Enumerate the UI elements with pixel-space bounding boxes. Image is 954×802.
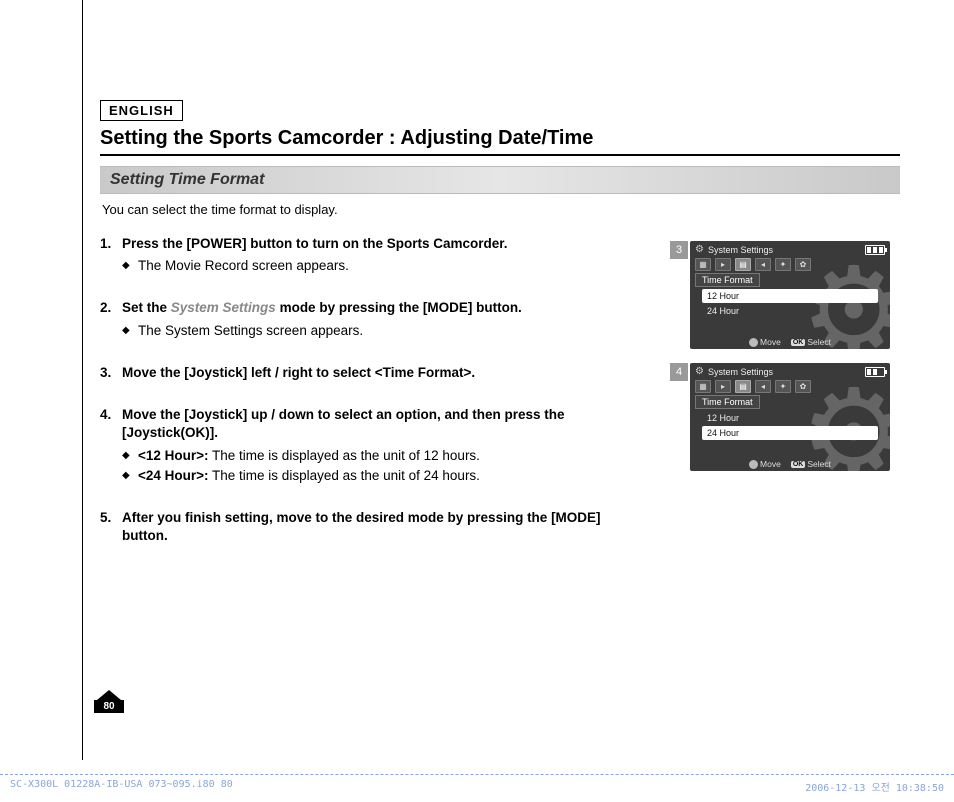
step-2-bullet-1: The System Settings screen appears. — [122, 322, 650, 340]
footer-right: 2006-12-13 오전 10:38:50 — [805, 779, 944, 794]
screen-3-label: Time Format — [695, 273, 760, 287]
ok-icon: OK — [791, 339, 806, 346]
screen-3-opt-12: 12 Hour — [702, 289, 878, 303]
screen-4-opt-24: 24 Hour — [702, 426, 878, 440]
vertical-rule — [82, 0, 83, 760]
tab-icon: ✿ — [795, 258, 811, 271]
screen-4-header: System Settings — [708, 367, 773, 377]
gear-icon: ⚙ — [695, 244, 704, 255]
tab-icon: ▦ — [695, 380, 711, 393]
screen-4-move: Move — [760, 459, 781, 469]
tab-icon: ✦ — [775, 258, 791, 271]
tab-icon: ▸ — [715, 258, 731, 271]
step-3: Move the [Joystick] left / right to sele… — [100, 364, 650, 382]
step-1: Press the [POWER] button to turn on the … — [100, 235, 650, 275]
step-4: Move the [Joystick] up / down to select … — [100, 406, 650, 485]
page-title: Setting the Sports Camcorder : Adjusting… — [100, 127, 900, 156]
step-4-bullet-1: <12 Hour>: The time is displayed as the … — [122, 447, 650, 465]
page-number: 80 — [94, 690, 124, 712]
battery-icon — [865, 245, 885, 255]
step-1-bullet-1: The Movie Record screen appears. — [122, 257, 650, 275]
joystick-icon — [749, 460, 758, 469]
screen-3-tabs: ▦ ▸ ▤ ◂ ✦ ✿ — [690, 258, 890, 271]
page-content: ENGLISH Setting the Sports Camcorder : A… — [100, 100, 900, 569]
screen-3-move: Move — [760, 337, 781, 347]
triangle-up-icon — [97, 690, 121, 700]
screen-4-opt-12: 12 Hour — [702, 411, 878, 425]
screenshot-3-wrap: 3 ⚙ System Settings ▦ ▸ ▤ ◂ ✦ ✿ — [670, 241, 900, 349]
step-4-b1-text: The time is displayed as the unit of 12 … — [209, 448, 480, 463]
tab-icon: ▤ — [735, 380, 751, 393]
step-4-bullet-2: <24 Hour>: The time is displayed as the … — [122, 467, 650, 485]
joystick-icon — [749, 338, 758, 347]
step-2: Set the System Settings mode by pressing… — [100, 299, 650, 339]
screen-4-label: Time Format — [695, 395, 760, 409]
step-4-b2-text: The time is displayed as the unit of 24 … — [209, 468, 480, 483]
screenshot-4: ⚙ System Settings ▦ ▸ ▤ ◂ ✦ ✿ Time Forma… — [690, 363, 890, 471]
step-5-title: After you finish setting, move to the de… — [122, 510, 601, 543]
screen-3-select: Select — [807, 337, 831, 347]
step-3-title: Move the [Joystick] left / right to sele… — [122, 365, 475, 380]
footer-left: SC-X300L 01228A-IB-USA 073~095.i80 80 — [10, 779, 233, 794]
tab-icon: ✦ — [775, 380, 791, 393]
tab-icon: ▤ — [735, 258, 751, 271]
screenshot-4-badge: 4 — [670, 363, 688, 381]
tab-icon: ✿ — [795, 380, 811, 393]
tab-icon: ◂ — [755, 380, 771, 393]
step-4-b2-bold: <24 Hour>: — [138, 468, 209, 483]
screens-column: 3 ⚙ System Settings ▦ ▸ ▤ ◂ ✦ ✿ — [670, 241, 900, 485]
tab-icon: ▸ — [715, 380, 731, 393]
screenshot-3-badge: 3 — [670, 241, 688, 259]
intro-text: You can select the time format to displa… — [102, 202, 900, 217]
steps-column: Press the [POWER] button to turn on the … — [100, 235, 650, 569]
step-2-em: System Settings — [171, 300, 276, 315]
step-4-b1-bold: <12 Hour>: — [138, 448, 209, 463]
screen-3-header: System Settings — [708, 245, 773, 255]
gear-icon: ⚙ — [695, 366, 704, 377]
step-2-prefix: Set the — [122, 300, 171, 315]
language-box: ENGLISH — [100, 100, 183, 121]
step-4-title: Move the [Joystick] up / down to select … — [122, 407, 565, 440]
ok-icon: OK — [791, 461, 806, 468]
screenshot-3: ⚙ System Settings ▦ ▸ ▤ ◂ ✦ ✿ Time Forma… — [690, 241, 890, 349]
tab-icon: ▦ — [695, 258, 711, 271]
step-2-suffix: mode by pressing the [MODE] button. — [276, 300, 522, 315]
page-number-text: 80 — [94, 700, 124, 713]
tab-icon: ◂ — [755, 258, 771, 271]
screenshot-4-wrap: 4 ⚙ System Settings ▦ ▸ ▤ ◂ ✦ ✿ — [670, 363, 900, 471]
battery-icon — [865, 367, 885, 377]
step-5: After you finish setting, move to the de… — [100, 509, 650, 545]
screen-4-tabs: ▦ ▸ ▤ ◂ ✦ ✿ — [690, 380, 890, 393]
screen-4-select: Select — [807, 459, 831, 469]
step-1-title: Press the [POWER] button to turn on the … — [122, 236, 508, 251]
print-footer: SC-X300L 01228A-IB-USA 073~095.i80 80 20… — [0, 774, 954, 798]
section-subtitle: Setting Time Format — [100, 166, 900, 194]
screen-3-opt-24: 24 Hour — [702, 304, 878, 318]
